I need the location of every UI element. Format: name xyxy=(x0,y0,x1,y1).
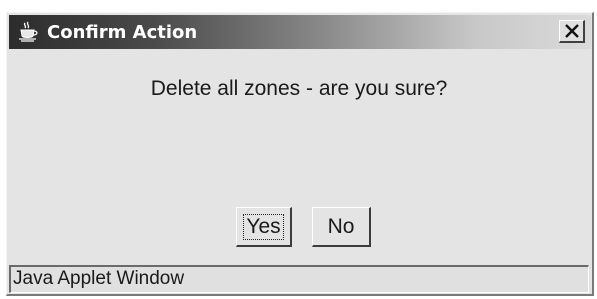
no-button[interactable]: No xyxy=(312,207,371,247)
title-bar[interactable]: Confirm Action xyxy=(9,15,591,49)
no-button-label: No xyxy=(327,214,355,238)
yes-button-label: Yes xyxy=(243,213,284,240)
close-icon xyxy=(565,24,579,38)
dialog-title: Confirm Action xyxy=(47,22,198,43)
close-button[interactable] xyxy=(559,20,585,43)
java-coffee-cup-icon xyxy=(17,21,39,43)
confirm-dialog-window: Confirm Action Delete all zones - are yo… xyxy=(6,12,594,296)
confirm-message: Delete all zones - are you sure? xyxy=(150,77,448,100)
yes-button[interactable]: Yes xyxy=(236,207,292,247)
applet-warning-bar: Java Applet Window xyxy=(9,265,589,293)
